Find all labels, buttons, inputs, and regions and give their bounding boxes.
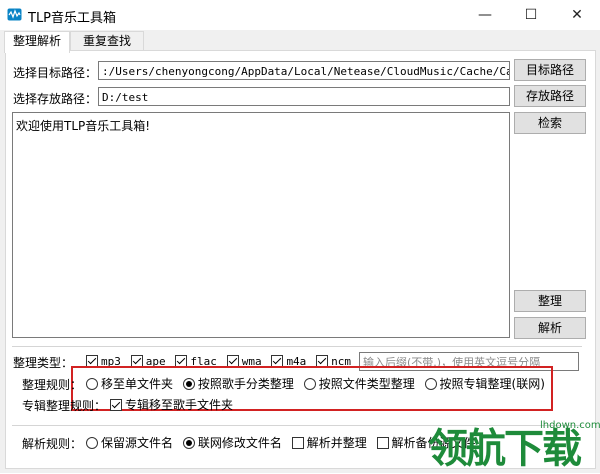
log-textarea[interactable]: 欢迎使用TLP音乐工具箱!: [12, 112, 510, 338]
radio-icon: [86, 378, 98, 390]
radio-icon: [424, 378, 437, 390]
parse-and-organize-label: 解析并整理: [306, 436, 367, 450]
parse-rule-label: 解析规则：: [22, 437, 83, 451]
source-path-label: 选择目标路径：: [13, 66, 98, 80]
checkbox-icon: [376, 437, 389, 449]
parse-rule-options: 保留源文件名 联网修改文件名 解析并整理 解析备份源文件: [86, 434, 482, 451]
minimize-button[interactable]: —: [462, 0, 508, 30]
tab-duplicate-search[interactable]: 重复查找: [70, 31, 144, 51]
rule-options: 移至单文件夹 按照歌手分类整理 按照文件类型整理 按照专辑整理(联网): [86, 375, 551, 392]
maximize-button[interactable]: ☐: [508, 0, 554, 30]
type-row: 整理类型：: [13, 354, 73, 371]
parse-button[interactable]: 解析: [514, 317, 586, 339]
tab-bar: 整理解析 重复查找: [0, 31, 600, 53]
app-window: TLP音乐工具箱 — ☐ ✕ 整理解析 重复查找 选择目标路径： :/Users…: [0, 0, 600, 473]
rule-by-album-label: 按照专辑整理(联网): [439, 377, 545, 391]
parse-online-rename-label: 联网修改文件名: [197, 436, 282, 450]
parse-online-rename-radio[interactable]: 联网修改文件名: [182, 436, 282, 450]
dest-path-input[interactable]: D:/test: [98, 87, 510, 106]
rule-by-filetype-radio[interactable]: 按照文件类型整理: [303, 377, 415, 391]
radio-icon: [182, 437, 195, 449]
album-rule-label: 专辑整理规则：: [22, 399, 107, 413]
rule-single-folder-radio[interactable]: 移至单文件夹: [86, 377, 173, 391]
parse-and-organize-checkbox[interactable]: 解析并整理: [291, 436, 367, 450]
checkbox-icon: [291, 437, 304, 449]
watermark-url: lhdown.com: [540, 420, 600, 431]
radio-icon: [182, 378, 195, 390]
rule-by-filetype-label: 按照文件类型整理: [318, 377, 415, 391]
rule-by-artist-label: 按照歌手分类整理: [197, 377, 294, 391]
radio-icon: [303, 378, 316, 390]
dest-path-button[interactable]: 存放路径: [514, 85, 586, 107]
source-path-button[interactable]: 目标路径: [514, 59, 586, 81]
radio-icon: [86, 437, 98, 449]
album-rule-option-label: 专辑移至歌手文件夹: [125, 398, 234, 412]
window-title: TLP音乐工具箱: [28, 11, 117, 26]
tab-organize-parse[interactable]: 整理解析: [4, 31, 70, 53]
album-rule-option[interactable]: 专辑移至歌手文件夹: [110, 396, 233, 413]
title-bar: TLP音乐工具箱 — ☐ ✕: [0, 0, 600, 30]
app-logo-icon: [7, 8, 22, 21]
dest-path-label: 选择存放路径：: [13, 92, 98, 106]
log-text: 欢迎使用TLP音乐工具箱!: [16, 119, 151, 133]
parse-keep-name-label: 保留源文件名: [101, 436, 174, 450]
watermark: 领航下载 lhdown.com: [428, 414, 600, 472]
close-button[interactable]: ✕: [554, 0, 600, 30]
divider: [12, 346, 582, 347]
parse-keep-name-radio[interactable]: 保留源文件名: [86, 436, 173, 450]
source-path-input[interactable]: :/Users/chenyongcong/AppData/Local/Netea…: [98, 61, 510, 80]
rule-by-artist-radio[interactable]: 按照歌手分类整理: [182, 377, 294, 391]
search-button[interactable]: 检索: [514, 112, 586, 134]
rule-label: 整理规则：: [22, 378, 83, 392]
rule-single-folder-label: 移至单文件夹: [101, 377, 174, 391]
rule-by-album-radio[interactable]: 按照专辑整理(联网): [424, 377, 545, 391]
checkbox-icon: [110, 399, 122, 411]
type-label: 整理类型：: [13, 356, 74, 370]
organize-button[interactable]: 整理: [514, 290, 586, 312]
